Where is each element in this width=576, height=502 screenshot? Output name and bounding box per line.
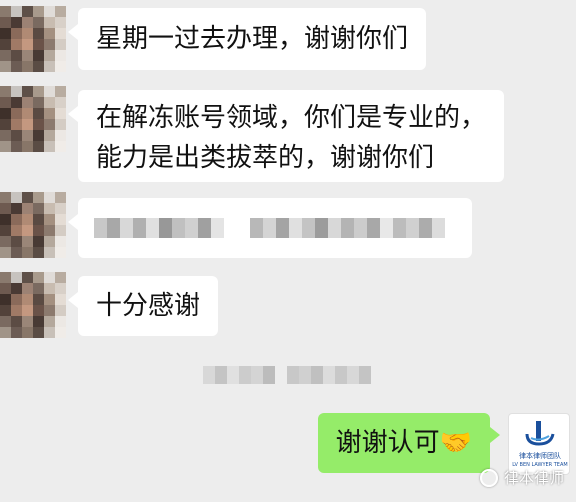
pixelated-text <box>94 218 224 238</box>
message-text-line: 在解冻账号领域，你们是专业的， <box>96 103 487 133</box>
message-text: 十分感谢 <box>96 291 201 321</box>
logo-text-line1: 律本律师团队 <box>519 452 561 460</box>
wechat-channel-icon <box>479 468 498 487</box>
message-bubble[interactable]: 星期一过去办理，谢谢你们 <box>67 8 427 70</box>
pixelated-text <box>250 218 450 238</box>
message-text: 星期一过去办理，谢谢你们 <box>96 24 409 54</box>
message-bubble[interactable]: 十分感谢 <box>67 276 219 336</box>
watermark: 律本律师 <box>479 467 564 488</box>
timestamp <box>203 366 371 384</box>
message-text: 谢谢认可🤝 <box>335 428 472 458</box>
blurred-message-bubble[interactable] <box>68 198 472 258</box>
my-message-bubble[interactable]: 谢谢认可🤝 <box>317 413 501 473</box>
law-firm-logo-avatar[interactable]: 律本律师团队 LV BEN LAWYER TEAM <box>508 413 570 475</box>
message-text-line: 能力是出类拔萃的，谢谢你们 <box>96 143 435 173</box>
avatar[interactable] <box>0 192 66 258</box>
avatar[interactable] <box>0 272 66 338</box>
avatar[interactable] <box>0 6 66 72</box>
watermark-label: 律本律师 <box>503 469 564 487</box>
logo-mark-icon <box>525 421 555 446</box>
avatar[interactable] <box>0 86 66 152</box>
message-bubble[interactable]: 在解冻账号领域，你们是专业的， 能力是出类拔萃的，谢谢你们 <box>67 90 505 182</box>
